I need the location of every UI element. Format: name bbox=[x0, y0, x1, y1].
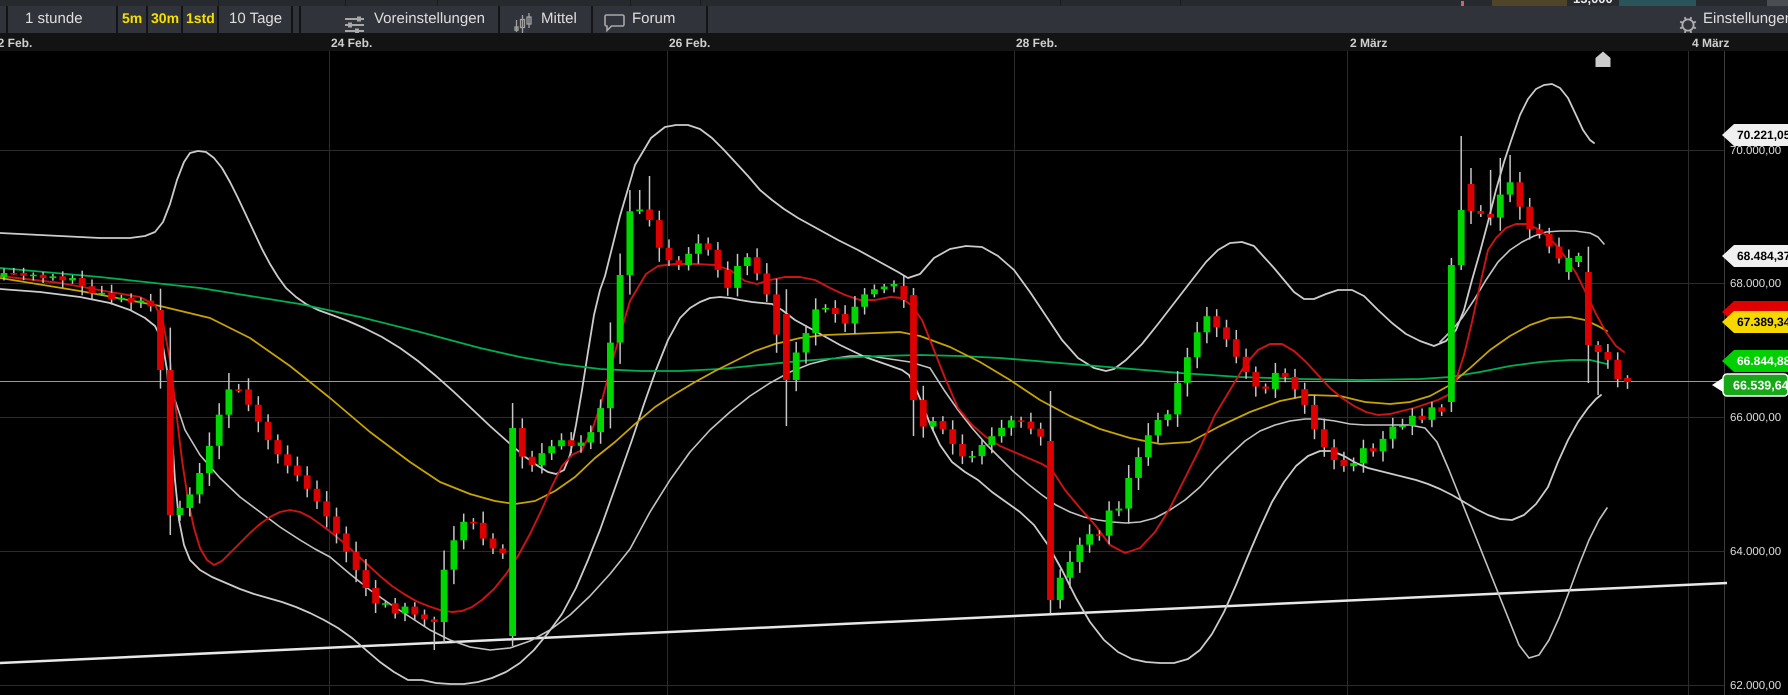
svg-text:68.484,37: 68.484,37 bbox=[1737, 249, 1788, 263]
svg-text:62.000,00: 62.000,00 bbox=[1730, 680, 1781, 692]
svg-text:70.221,05: 70.221,05 bbox=[1737, 128, 1788, 142]
svg-text:70.000,00: 70.000,00 bbox=[1730, 145, 1781, 157]
svg-text:64.000,00: 64.000,00 bbox=[1730, 546, 1781, 558]
svg-text:68.000,00: 68.000,00 bbox=[1730, 278, 1781, 290]
svg-text:66.000,00: 66.000,00 bbox=[1730, 412, 1781, 424]
svg-text:66.844,88: 66.844,88 bbox=[1737, 354, 1788, 368]
svg-text:67.389,34: 67.389,34 bbox=[1737, 315, 1788, 329]
svg-text:66.539,64: 66.539,64 bbox=[1733, 379, 1788, 393]
